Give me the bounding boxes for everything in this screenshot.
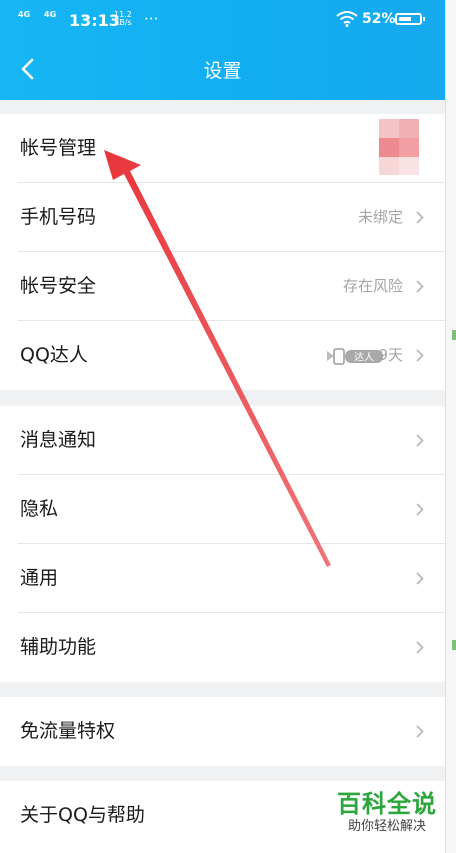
status-time: 13:13	[69, 11, 120, 30]
row-label: 帐号管理	[20, 137, 97, 159]
row-label: 辅助功能	[20, 636, 97, 658]
page-title: 设置	[203, 60, 242, 82]
signal-indicator-2: 4G	[44, 10, 57, 19]
row-label: 隐私	[20, 498, 59, 520]
background-strip	[445, 0, 456, 853]
row-value: 9天	[378, 346, 403, 364]
chevron-right-icon	[416, 725, 424, 738]
chevron-right-icon	[416, 641, 424, 654]
network-speed: 11.2 KB/s	[114, 10, 132, 27]
battery-percent: 52%	[362, 11, 396, 27]
wifi-icon	[336, 11, 358, 27]
row-notifications[interactable]: 消息通知	[0, 406, 445, 475]
chevron-right-icon	[416, 572, 424, 585]
row-label: 免流量特权	[20, 720, 116, 742]
row-label: QQ达人	[20, 344, 88, 366]
row-label: 通用	[20, 567, 59, 589]
chevron-right-icon	[416, 280, 424, 293]
row-data-free-privilege[interactable]: 免流量特权	[0, 697, 445, 766]
badge-text: 达人	[354, 352, 374, 364]
more-notifications-icon: ···	[144, 10, 159, 28]
row-label: 消息通知	[20, 429, 97, 451]
row-value: 存在风险	[342, 277, 403, 295]
chevron-right-icon	[416, 434, 424, 447]
row-label: 帐号安全	[20, 275, 97, 297]
signal-indicator: 4G	[18, 10, 31, 19]
row-phone-number[interactable]: 手机号码 未绑定	[0, 183, 445, 252]
row-label: 关于QQ与帮助	[20, 804, 145, 826]
battery-icon	[395, 13, 422, 25]
watermark-brand: 百科全说	[337, 790, 437, 818]
chevron-right-icon	[416, 211, 424, 224]
app-header: 4G 4G 13:13 11.2 KB/s ··· 52% 设置	[0, 0, 445, 100]
watermark: 百科全说 助你轻松解决	[332, 790, 442, 836]
watermark-sub: 助你轻松解决	[347, 819, 426, 834]
row-general[interactable]: 通用	[0, 544, 445, 613]
general-group: 消息通知 隐私 通用 辅助功能	[0, 406, 445, 682]
row-accessibility[interactable]: 辅助功能	[0, 613, 445, 682]
row-value: 未绑定	[357, 208, 403, 226]
row-label: 手机号码	[20, 206, 97, 228]
row-qq-master[interactable]: QQ达人 达人 9天	[0, 321, 445, 390]
chevron-right-icon	[416, 349, 424, 362]
qq-master-badge-icon: 达人	[327, 348, 383, 365]
row-privacy[interactable]: 隐私	[0, 475, 445, 544]
data-free-group: 免流量特权	[0, 697, 445, 766]
row-account-security[interactable]: 帐号安全 存在风险	[0, 252, 445, 321]
status-bar: 4G 4G 13:13 11.2 KB/s ··· 52%	[0, 0, 445, 40]
settings-screen: 4G 4G 13:13 11.2 KB/s ··· 52% 设置 帐号管理 手机…	[0, 0, 445, 853]
chevron-right-icon	[416, 503, 424, 516]
avatar[interactable]	[379, 119, 419, 175]
battery-cap	[423, 17, 425, 21]
